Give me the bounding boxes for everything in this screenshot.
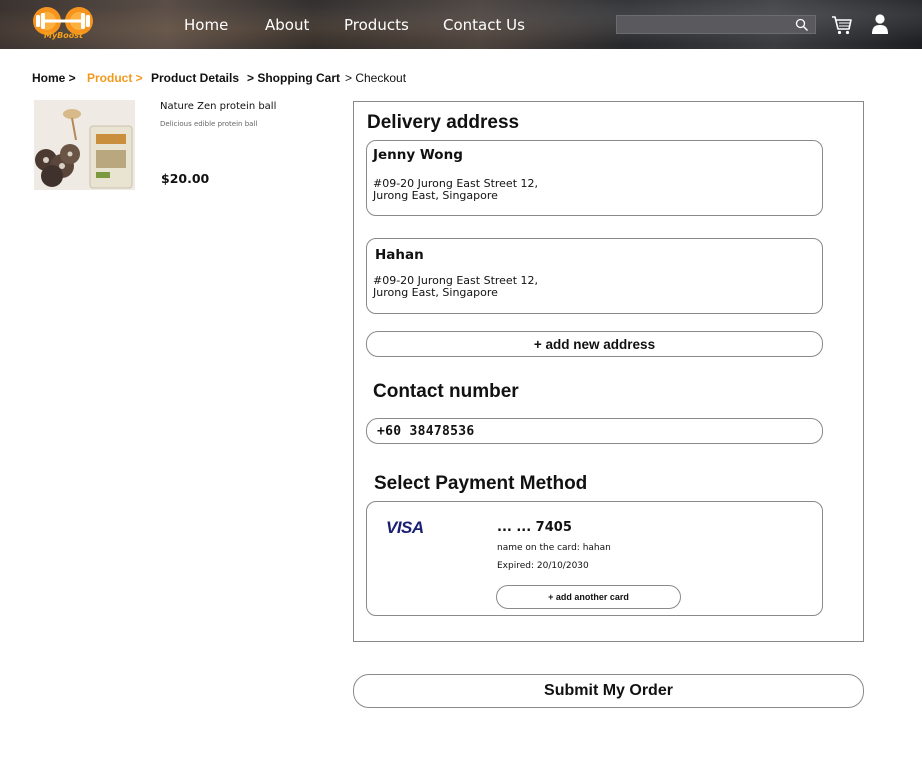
contact-number-title: Contact number	[373, 381, 519, 402]
search-box	[616, 15, 816, 34]
address-card-hahan[interactable]: Hahan #09-20 Jurong East Street 12, Juro…	[366, 238, 823, 314]
breadcrumb-home[interactable]: Home >	[32, 71, 76, 85]
search-input[interactable]	[617, 16, 793, 33]
contact-number-input[interactable]	[375, 422, 805, 440]
address-card-jenny-wong[interactable]: Jenny Wong #09-20 Jurong East Street 12,…	[366, 140, 823, 216]
nav-home[interactable]: Home	[184, 16, 228, 34]
add-new-address-button[interactable]: + add new address	[366, 331, 823, 357]
checkout-panel: Delivery address Jenny Wong #09-20 Juron…	[353, 101, 864, 642]
payment-method-title: Select Payment Method	[374, 473, 588, 494]
delivery-address-title: Delivery address	[367, 112, 520, 133]
address-line-2: Jurong East, Singapore	[373, 189, 498, 202]
brand-name: MyBoost	[44, 31, 83, 40]
product-description: Delicious edible protein ball	[160, 120, 258, 128]
breadcrumb-checkout: > Checkout	[345, 71, 407, 85]
breadcrumb: Home > Product > Product Details > Shopp…	[0, 71, 500, 87]
card-number-masked: ... ... 7405	[497, 520, 572, 535]
contact-number-field-box	[366, 418, 823, 444]
protein-ball-image	[34, 100, 135, 190]
card-holder-name: name on the card: hahan	[497, 543, 611, 553]
product-name[interactable]: Nature Zen protein ball	[160, 101, 276, 112]
visa-logo: VISA	[386, 518, 424, 537]
payment-card-visa[interactable]: VISA ... ... 7405 name on the card: haha…	[366, 501, 823, 616]
top-navigation-bar: MyBoost Home About Products Contact Us	[0, 0, 922, 49]
submit-order-button[interactable]: Submit My Order	[353, 674, 864, 708]
card-expiry: Expired: 20/10/2030	[497, 561, 589, 571]
cart-icon[interactable]	[831, 14, 853, 36]
nav-about[interactable]: About	[265, 16, 309, 34]
address-recipient-name: Hahan	[375, 247, 424, 263]
user-icon[interactable]	[871, 13, 889, 35]
breadcrumb-shopping-cart[interactable]: > Shopping Cart	[247, 71, 340, 85]
nav-products[interactable]: Products	[344, 16, 409, 34]
address-recipient-name: Jenny Wong	[373, 147, 463, 163]
breadcrumb-product[interactable]: Product >	[87, 71, 143, 85]
search-icon[interactable]	[795, 18, 809, 32]
product-price: $20.00	[161, 171, 210, 186]
breadcrumb-product-details[interactable]: Product Details	[151, 71, 239, 85]
product-image[interactable]	[34, 100, 135, 190]
add-another-card-button[interactable]: + add another card	[496, 585, 681, 609]
nav-contact-us[interactable]: Contact Us	[443, 16, 525, 34]
address-line-2: Jurong East, Singapore	[373, 286, 498, 299]
